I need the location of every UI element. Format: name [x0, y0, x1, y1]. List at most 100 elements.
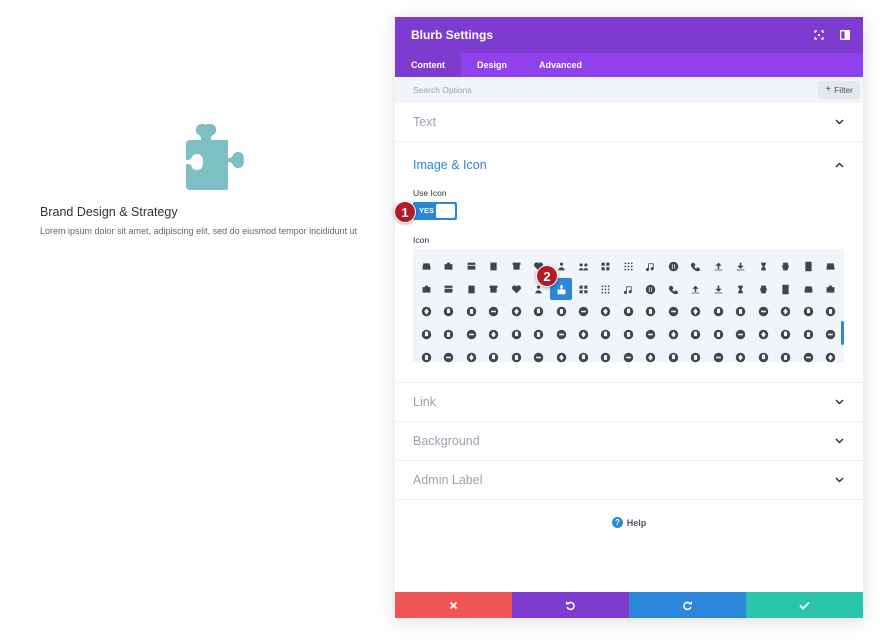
filter-button[interactable]: + Filter — [818, 81, 860, 99]
icon-option[interactable] — [437, 255, 459, 277]
icon-option[interactable] — [415, 324, 437, 346]
icon-option[interactable] — [797, 324, 819, 346]
icon-picker-grid[interactable] — [413, 249, 844, 363]
icon-option[interactable] — [662, 347, 684, 369]
fullscreen-icon[interactable] — [811, 27, 827, 43]
undo-button[interactable] — [512, 592, 629, 618]
icon-option[interactable] — [797, 347, 819, 369]
section-admin-label-toggle[interactable]: Admin Label — [395, 461, 863, 499]
icon-option[interactable] — [482, 347, 504, 369]
icon-option[interactable] — [640, 347, 662, 369]
icon-option[interactable] — [595, 255, 617, 277]
icon-option[interactable] — [460, 255, 482, 277]
icon-grid-scrollbar[interactable] — [841, 321, 844, 345]
section-text-toggle[interactable]: Text — [395, 103, 863, 141]
icon-option[interactable] — [505, 255, 527, 277]
icon-option[interactable] — [572, 347, 594, 369]
icon-option[interactable] — [730, 301, 752, 323]
icon-option[interactable] — [797, 255, 819, 277]
icon-option[interactable] — [775, 347, 797, 369]
icon-option[interactable] — [572, 324, 594, 346]
icon-option[interactable] — [730, 347, 752, 369]
redo-button[interactable] — [629, 592, 746, 618]
icon-option[interactable] — [640, 324, 662, 346]
icon-option[interactable] — [415, 347, 437, 369]
icon-option[interactable] — [595, 324, 617, 346]
icon-option[interactable] — [707, 255, 729, 277]
icon-option[interactable] — [437, 301, 459, 323]
icon-option[interactable] — [819, 255, 841, 277]
icon-option[interactable] — [819, 278, 841, 300]
icon-option[interactable] — [415, 255, 437, 277]
icon-option[interactable] — [505, 301, 527, 323]
tab-advanced[interactable]: Advanced — [523, 53, 598, 77]
icon-option[interactable] — [662, 301, 684, 323]
icon-option[interactable] — [752, 255, 774, 277]
icon-option[interactable] — [775, 278, 797, 300]
icon-option[interactable] — [752, 347, 774, 369]
icon-option[interactable] — [482, 255, 504, 277]
icon-option[interactable] — [775, 301, 797, 323]
icon-option[interactable] — [550, 301, 572, 323]
icon-option[interactable] — [460, 278, 482, 300]
icon-option[interactable] — [595, 301, 617, 323]
icon-option[interactable] — [572, 278, 594, 300]
icon-option[interactable] — [572, 301, 594, 323]
section-link-toggle[interactable]: Link — [395, 383, 863, 421]
icon-option[interactable] — [797, 301, 819, 323]
icon-option[interactable] — [662, 278, 684, 300]
icon-option[interactable] — [730, 324, 752, 346]
icon-option[interactable] — [460, 347, 482, 369]
icon-option[interactable] — [460, 301, 482, 323]
icon-option[interactable] — [482, 278, 504, 300]
icon-option[interactable] — [797, 278, 819, 300]
icon-option[interactable] — [685, 324, 707, 346]
icon-option[interactable] — [685, 278, 707, 300]
icon-option[interactable] — [437, 278, 459, 300]
icon-option[interactable] — [775, 324, 797, 346]
icon-option[interactable] — [685, 347, 707, 369]
icon-option[interactable] — [685, 301, 707, 323]
icon-option[interactable] — [640, 301, 662, 323]
icon-option[interactable] — [550, 324, 572, 346]
icon-option[interactable] — [707, 278, 729, 300]
tab-content[interactable]: Content — [395, 53, 461, 77]
icon-option[interactable] — [460, 324, 482, 346]
icon-option[interactable] — [819, 301, 841, 323]
icon-option[interactable] — [617, 324, 639, 346]
icon-option[interactable] — [527, 347, 549, 369]
icon-option[interactable] — [617, 301, 639, 323]
icon-option[interactable] — [505, 347, 527, 369]
icon-option[interactable] — [572, 255, 594, 277]
icon-option[interactable] — [819, 347, 841, 369]
modal-header[interactable]: Blurb Settings — [395, 17, 863, 53]
save-button[interactable] — [746, 592, 863, 618]
icon-option[interactable] — [482, 301, 504, 323]
icon-option[interactable] — [775, 255, 797, 277]
icon-option[interactable] — [550, 347, 572, 369]
icon-option[interactable] — [527, 324, 549, 346]
icon-option[interactable] — [437, 324, 459, 346]
icon-option[interactable] — [595, 347, 617, 369]
section-background-toggle[interactable]: Background — [395, 422, 863, 460]
icon-option[interactable] — [505, 278, 527, 300]
icon-option[interactable] — [819, 324, 841, 346]
icon-option[interactable] — [752, 278, 774, 300]
help-link[interactable]: ? Help — [395, 517, 863, 528]
icon-option[interactable] — [640, 255, 662, 277]
icon-option[interactable] — [415, 278, 437, 300]
tab-design[interactable]: Design — [461, 53, 523, 77]
icon-option[interactable] — [707, 301, 729, 323]
icon-option[interactable] — [707, 347, 729, 369]
icon-option[interactable] — [505, 324, 527, 346]
icon-option[interactable] — [640, 278, 662, 300]
icon-option[interactable] — [685, 255, 707, 277]
icon-option[interactable] — [752, 301, 774, 323]
sidebar-toggle-icon[interactable] — [837, 27, 853, 43]
icon-option[interactable] — [730, 278, 752, 300]
use-icon-toggle[interactable]: YES — [413, 202, 457, 220]
icon-option[interactable] — [617, 347, 639, 369]
icon-option[interactable] — [482, 324, 504, 346]
icon-option[interactable] — [752, 324, 774, 346]
icon-option[interactable] — [617, 278, 639, 300]
